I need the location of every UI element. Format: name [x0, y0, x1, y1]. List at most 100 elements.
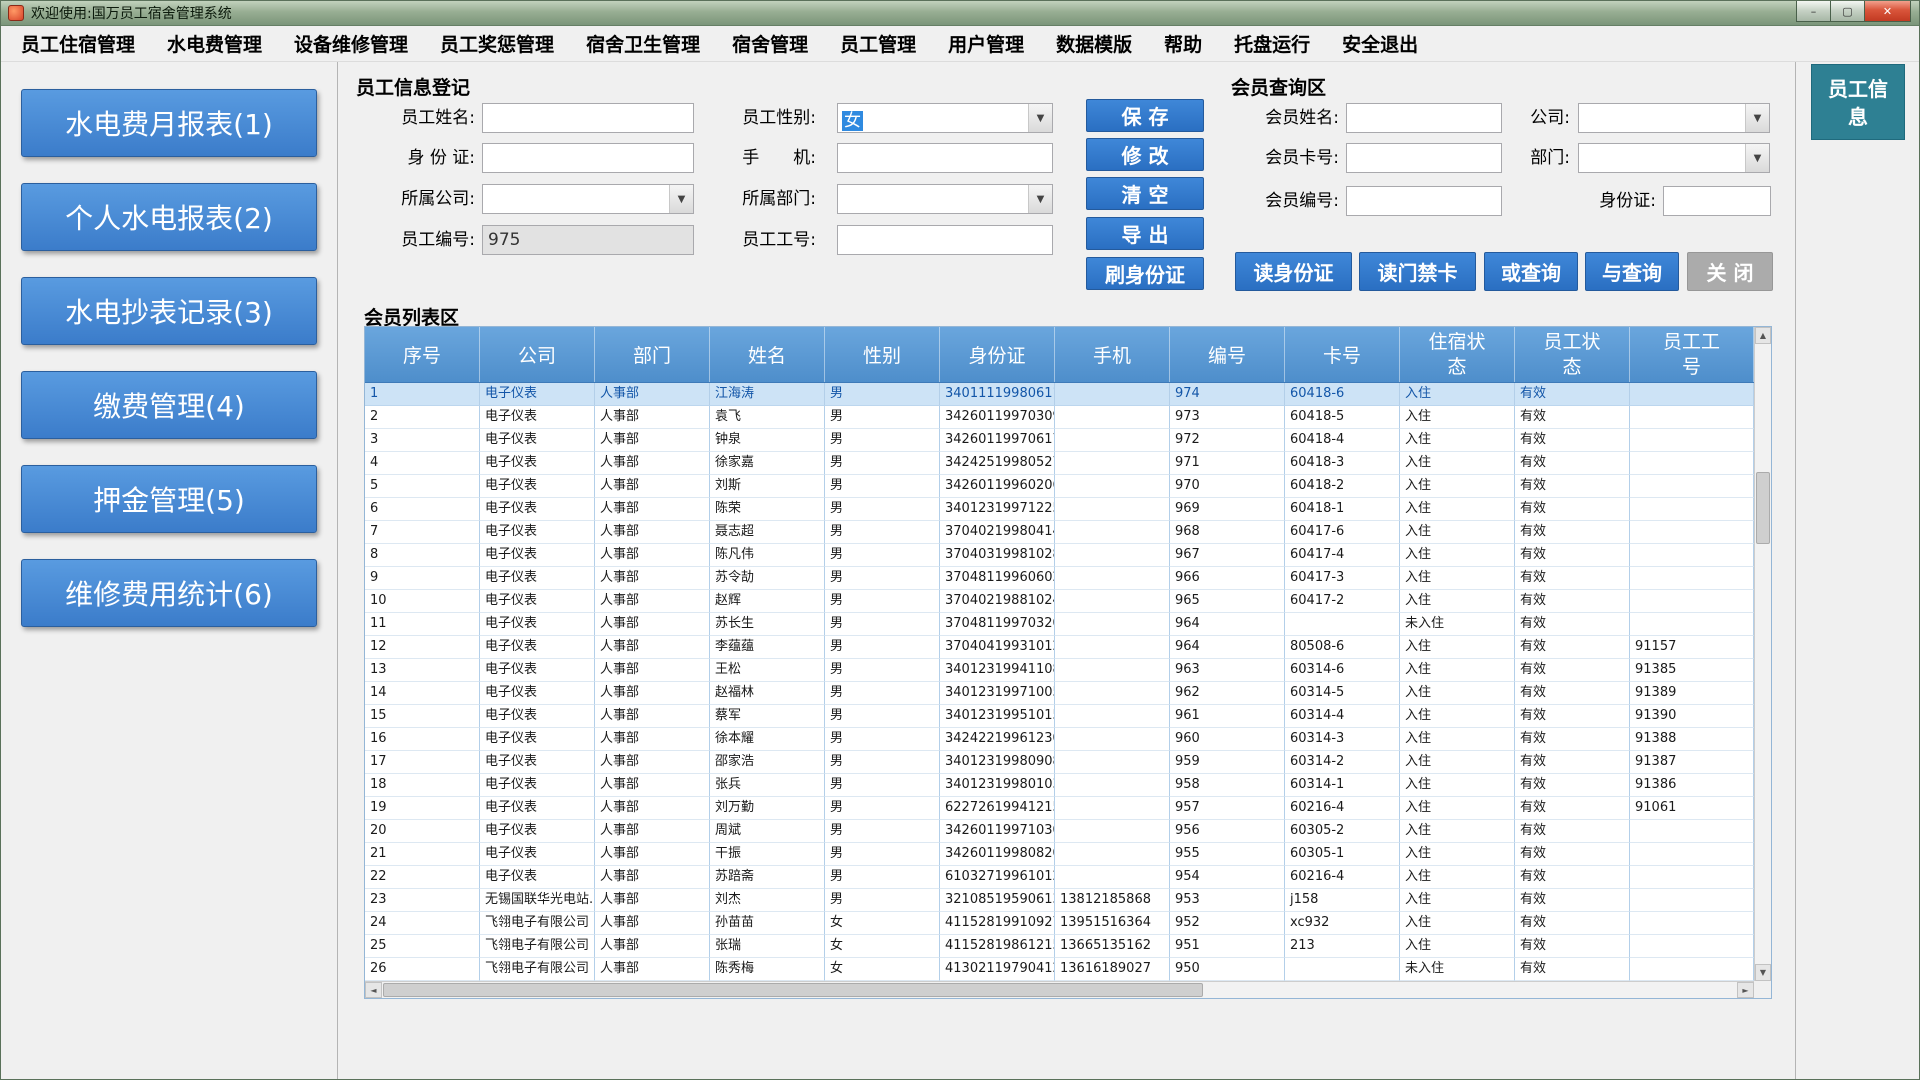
table-row[interactable]: 6电子仪表人事部陈荣男3401231997122516...96960418-1…	[365, 498, 1754, 521]
read-idcard-button[interactable]: 读身份证	[1235, 252, 1352, 291]
menu-item[interactable]: 安全退出	[1326, 26, 1434, 61]
query-department-combo[interactable]: ▼	[1578, 143, 1770, 173]
menu-item[interactable]: 帮助	[1148, 26, 1218, 61]
vertical-scrollbar-thumb[interactable]	[1756, 472, 1770, 544]
employee-gender-combo[interactable]: 女 ▼	[837, 103, 1053, 133]
table-row[interactable]: 22电子仪表人事部苏踣斋男6103271996101234...95460216…	[365, 866, 1754, 889]
column-header[interactable]: 序号	[365, 327, 480, 382]
scroll-right-icon[interactable]: ►	[1737, 982, 1754, 998]
cell: 干振	[710, 843, 825, 866]
menu-item[interactable]: 宿舍管理	[716, 26, 824, 61]
menu-item[interactable]: 数据模版	[1040, 26, 1148, 61]
sidebar-button[interactable]: 水电抄表记录(3)	[21, 277, 317, 345]
export-button[interactable]: 导 出	[1086, 217, 1204, 250]
table-row[interactable]: 12电子仪表人事部李蕴蕴男3704041993101250...96480508…	[365, 636, 1754, 659]
department-combo[interactable]: ▼	[837, 184, 1053, 214]
work-number-input[interactable]	[837, 225, 1053, 255]
menu-item[interactable]: 宿舍卫生管理	[570, 26, 716, 61]
table-row[interactable]: 13电子仪表人事部王松男3401231994110848...96360314-…	[365, 659, 1754, 682]
sidebar-button[interactable]: 押金管理(5)	[21, 465, 317, 533]
member-number-input[interactable]	[1346, 186, 1502, 216]
table-row[interactable]: 3电子仪表人事部钟泉男3426011997061753...97260418-4…	[365, 429, 1754, 452]
dropdown-arrow-icon[interactable]: ▼	[1028, 104, 1052, 132]
menu-item[interactable]: 用户管理	[932, 26, 1040, 61]
employee-name-input[interactable]	[482, 103, 694, 133]
table-row[interactable]: 19电子仪表人事部刘万勤男6227261994121530...95760216…	[365, 797, 1754, 820]
member-name-input[interactable]	[1346, 103, 1502, 133]
table-row[interactable]: 16电子仪表人事部徐本耀男3424221996123052...96060314…	[365, 728, 1754, 751]
employee-info-button[interactable]: 员工信息	[1811, 64, 1905, 140]
menu-item[interactable]: 员工住宿管理	[5, 26, 151, 61]
table-row[interactable]: 11电子仪表人事部苏长生男3704811997032038...964未入住有效	[365, 613, 1754, 636]
scroll-up-icon[interactable]: ▲	[1755, 327, 1771, 344]
horizontal-scrollbar[interactable]: ◄ ►	[365, 981, 1754, 998]
query-idcard-input[interactable]	[1663, 186, 1771, 216]
column-header[interactable]: 部门	[595, 327, 710, 382]
menu-item[interactable]: 员工奖惩管理	[424, 26, 570, 61]
dropdown-arrow-icon[interactable]: ▼	[669, 185, 693, 213]
column-header[interactable]: 身份证	[940, 327, 1055, 382]
column-header[interactable]: 性别	[825, 327, 940, 382]
column-header[interactable]: 卡号	[1285, 327, 1400, 382]
sidebar-button[interactable]: 维修费用统计(6)	[21, 559, 317, 627]
column-header[interactable]: 公司	[480, 327, 595, 382]
member-card-input[interactable]	[1346, 143, 1502, 173]
table-row[interactable]: 2电子仪表人事部袁飞男3426011997030946...97360418-5…	[365, 406, 1754, 429]
table-row[interactable]: 18电子仪表人事部张兵男3401231998010348...95860314-…	[365, 774, 1754, 797]
or-query-button[interactable]: 或查询	[1484, 252, 1578, 291]
table-row[interactable]: 24飞翎电子有限公司人事部孙苗苗女4115281991092729...1395…	[365, 912, 1754, 935]
scroll-down-icon[interactable]: ▼	[1755, 964, 1771, 981]
sidebar-button[interactable]: 个人水电报表(2)	[21, 183, 317, 251]
menu-item[interactable]: 托盘运行	[1218, 26, 1326, 61]
cell: 男	[825, 406, 940, 429]
table-row[interactable]: 25飞翎电子有限公司人事部张瑞女4115281986121529...13665…	[365, 935, 1754, 958]
table-row[interactable]: 5电子仪表人事部刘斯男3426011996020671...97060418-2…	[365, 475, 1754, 498]
menu-item[interactable]: 员工管理	[824, 26, 932, 61]
read-door-card-button[interactable]: 读门禁卡	[1359, 252, 1476, 291]
table-row[interactable]: 8电子仪表人事部陈凡伟男3704031998102841...96760417-…	[365, 544, 1754, 567]
company-combo[interactable]: ▼	[482, 184, 694, 214]
column-header[interactable]: 住宿状态	[1400, 327, 1515, 382]
swipe-idcard-button[interactable]: 刷身份证	[1086, 257, 1204, 290]
dropdown-arrow-icon[interactable]: ▼	[1745, 144, 1769, 172]
table-row[interactable]: 4电子仪表人事部徐家嘉男3424251998052705...97160418-…	[365, 452, 1754, 475]
column-header[interactable]: 员工工号	[1630, 327, 1754, 382]
modify-button[interactable]: 修 改	[1086, 138, 1204, 171]
scroll-left-icon[interactable]: ◄	[365, 982, 382, 998]
table-row[interactable]: 1电子仪表人事部江海涛男3401111998061105...97460418-…	[365, 383, 1754, 406]
close-query-button[interactable]: 关 闭	[1687, 252, 1773, 291]
table-row[interactable]: 17电子仪表人事部邵家浩男3401231998090820...95960314…	[365, 751, 1754, 774]
menu-item[interactable]: 水电费管理	[151, 26, 278, 61]
menu-item[interactable]: 设备维修管理	[278, 26, 424, 61]
phone-input[interactable]	[837, 143, 1053, 173]
sidebar-button[interactable]: 缴费管理(4)	[21, 371, 317, 439]
clear-button[interactable]: 清 空	[1086, 177, 1204, 210]
save-button[interactable]: 保 存	[1086, 99, 1204, 132]
cell: 电子仪表	[480, 383, 595, 406]
column-header[interactable]: 员工状态	[1515, 327, 1630, 382]
dropdown-arrow-icon[interactable]: ▼	[1745, 104, 1769, 132]
table-row[interactable]: 10电子仪表人事部赵辉男3704021988102453...96560417-…	[365, 590, 1754, 613]
table-row[interactable]: 21电子仪表人事部干振男3426011998082002...95560305-…	[365, 843, 1754, 866]
column-header[interactable]: 姓名	[710, 327, 825, 382]
column-header[interactable]: 编号	[1170, 327, 1285, 382]
maximize-button[interactable]: ▢	[1830, 1, 1865, 22]
query-company-combo[interactable]: ▼	[1578, 103, 1770, 133]
table-row[interactable]: 26飞翎电子有限公司人事部陈秀梅女4130211979041219...1361…	[365, 958, 1754, 981]
table-row[interactable]: 14电子仪表人事部赵福林男3401231997100572...96260314…	[365, 682, 1754, 705]
table-row[interactable]: 7电子仪表人事部聂志超男3704021998041453...96860417-…	[365, 521, 1754, 544]
table-row[interactable]: 23无锡国联华光电站...人事部刘杰男3210851959061318...13…	[365, 889, 1754, 912]
close-window-button[interactable]: ✕	[1864, 1, 1911, 22]
horizontal-scrollbar-thumb[interactable]	[383, 983, 1203, 997]
idcard-input[interactable]	[482, 143, 694, 173]
table-row[interactable]: 15电子仪表人事部蔡军男3401231995101562...96160314-…	[365, 705, 1754, 728]
and-query-button[interactable]: 与查询	[1585, 252, 1679, 291]
vertical-scrollbar[interactable]: ▲ ▼	[1754, 327, 1771, 981]
minimize-button[interactable]: –	[1796, 1, 1831, 22]
table-row[interactable]: 20电子仪表人事部周斌男3426011997103040...95660305-…	[365, 820, 1754, 843]
dropdown-arrow-icon[interactable]: ▼	[1028, 185, 1052, 213]
sidebar-button[interactable]: 水电费月报表(1)	[21, 89, 317, 157]
table-row[interactable]: 9电子仪表人事部苏令劼男3704811996060238...96660417-…	[365, 567, 1754, 590]
title-bar[interactable]: 欢迎使用:国万员工宿舍管理系统 – ▢ ✕	[1, 1, 1919, 26]
column-header[interactable]: 手机	[1055, 327, 1170, 382]
